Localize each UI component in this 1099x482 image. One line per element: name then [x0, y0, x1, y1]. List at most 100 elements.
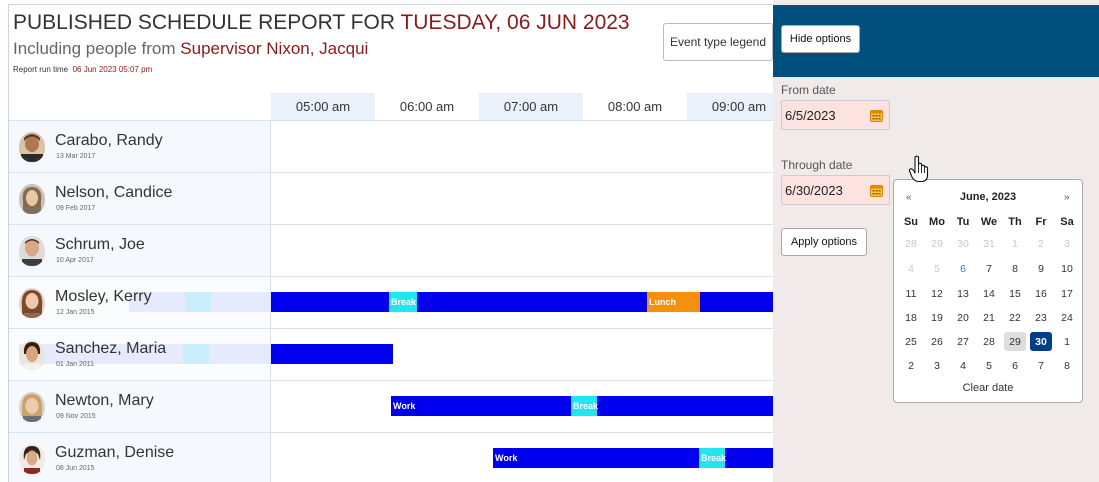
person-row: Guzman, Denise 08 Jun 2015 Work Break: [9, 432, 774, 482]
calendar-day[interactable]: 23: [1030, 308, 1052, 327]
calendar-day[interactable]: 19: [926, 308, 948, 327]
person-name[interactable]: Carabo, Randy: [55, 132, 163, 150]
calendar-day[interactable]: 1: [1004, 234, 1026, 253]
calendar-day[interactable]: 2: [900, 356, 922, 375]
prev-month-button[interactable]: «: [906, 192, 912, 203]
calendar-day[interactable]: 8: [1056, 356, 1078, 375]
from-date-label: From date: [781, 83, 836, 97]
calendar-day[interactable]: 16: [1030, 284, 1052, 303]
weekday-label: We: [980, 216, 998, 228]
person-cell: Mosley, Kerry 12 Jan 2015: [9, 277, 271, 329]
options-panel: Hide options From date 6/5/2023 Through …: [773, 0, 1099, 482]
calendar-day[interactable]: 1: [1056, 332, 1078, 351]
calendar-day[interactable]: 24: [1056, 308, 1078, 327]
calendar-day[interactable]: 12: [926, 284, 948, 303]
weekday-label: Th: [1008, 216, 1022, 228]
calendar-day[interactable]: 29: [1004, 332, 1026, 351]
next-month-button[interactable]: »: [1064, 192, 1070, 203]
date-picker: June, 2023 « » Su Mo Tu We Th Fr Sa 28 29…: [893, 179, 1083, 403]
calendar-day[interactable]: 29: [926, 234, 948, 253]
person-name[interactable]: Guzman, Denise: [55, 444, 174, 462]
through-date-input[interactable]: 6/30/2023: [781, 175, 890, 205]
calendar-day[interactable]: 30: [952, 234, 974, 253]
weekday-label: Sa: [1060, 216, 1074, 228]
calendar-day[interactable]: 7: [978, 259, 1000, 278]
calendar-day[interactable]: 30: [1030, 332, 1052, 351]
calendar-icon[interactable]: [870, 109, 883, 122]
calendar-day[interactable]: 25: [900, 332, 922, 351]
avatar: [19, 184, 45, 214]
hide-options-button[interactable]: Hide options: [781, 25, 860, 53]
calendar-day[interactable]: 28: [978, 332, 1000, 351]
clear-date-button[interactable]: Clear date: [894, 382, 1082, 394]
person-name[interactable]: Mosley, Kerry: [55, 288, 152, 306]
options-header-bar: Hide options: [773, 5, 1099, 77]
break-event[interactable]: Break: [571, 396, 598, 416]
avatar: [19, 340, 45, 370]
calendar-day[interactable]: 22: [1004, 308, 1026, 327]
calendar-day[interactable]: 18: [900, 308, 922, 327]
person-date: 13 Mar 2017: [56, 153, 96, 160]
calendar-day[interactable]: 8: [1004, 259, 1026, 278]
calendar-day[interactable]: 17: [1056, 284, 1078, 303]
title-date: TUESDAY, 06 JUN 2023: [400, 11, 630, 34]
runtime-value: 06 Jun 2023 05:07 pm: [72, 65, 153, 74]
calendar-day[interactable]: 5: [926, 259, 948, 278]
person-date: 01 Jan 2011: [56, 361, 95, 368]
hour-label: 05:00 am: [271, 93, 375, 120]
calendar-day[interactable]: 13: [952, 284, 974, 303]
calendar-day[interactable]: 5: [978, 356, 1000, 375]
break-event[interactable]: Break: [699, 448, 726, 468]
calendar-day[interactable]: 28: [900, 234, 922, 253]
weekday-label: Su: [903, 216, 919, 228]
calendar-day[interactable]: 7: [1030, 356, 1052, 375]
break-event[interactable]: Break: [389, 292, 417, 312]
calendar-day[interactable]: 4: [900, 259, 922, 278]
event-type-legend-button[interactable]: Event type legend: [663, 23, 773, 61]
person-name[interactable]: Newton, Mary: [55, 392, 154, 410]
person-row: Carabo, Randy 13 Mar 2017: [9, 120, 774, 173]
weekday-label: Mo: [929, 216, 945, 228]
weekday-label: Fr: [1035, 216, 1047, 228]
avatar: [19, 288, 45, 318]
calendar-day[interactable]: 26: [926, 332, 948, 351]
person-name[interactable]: Schrum, Joe: [55, 236, 145, 254]
schedule-report: PUBLISHED SCHEDULE REPORT FOR TUESDAY, 0…: [8, 4, 774, 482]
through-date-value: 6/30/2023: [785, 182, 843, 198]
person-name[interactable]: Nelson, Candice: [55, 184, 172, 202]
person-row: Nelson, Candice 09 Feb 2017: [9, 172, 774, 225]
calendar-icon[interactable]: [870, 184, 883, 197]
calendar-day[interactable]: 9: [1030, 259, 1052, 278]
calendar-day[interactable]: 6: [1004, 356, 1026, 375]
apply-options-button[interactable]: Apply options: [781, 228, 867, 256]
work-event-bar[interactable]: [271, 344, 393, 364]
report-title: PUBLISHED SCHEDULE REPORT FOR TUESDAY, 0…: [13, 11, 630, 35]
avatar: [19, 132, 45, 162]
report-subtitle: Including people from Supervisor Nixon, …: [13, 39, 368, 59]
calendar-day[interactable]: 20: [952, 308, 974, 327]
calendar-day[interactable]: 2: [1030, 234, 1052, 253]
calendar-day[interactable]: 6: [952, 259, 974, 278]
calendar-day[interactable]: 21: [978, 308, 1000, 327]
lunch-event[interactable]: Lunch: [647, 292, 700, 312]
timeline-header: 05:00 am 06:00 am 07:00 am 08:00 am 09:0…: [271, 93, 774, 120]
person-cell: Newton, Mary 09 Nov 2015: [9, 381, 271, 433]
calendar-day[interactable]: 4: [952, 356, 974, 375]
avatar: [19, 236, 45, 266]
subtitle-group: Supervisor Nixon, Jacqui: [180, 39, 369, 58]
person-cell: Sanchez, Maria 01 Jan 2011: [9, 329, 271, 381]
avatar: [19, 392, 45, 422]
report-runtime: Report run time 06 Jun 2023 05:07 pm: [13, 65, 152, 74]
calendar-month[interactable]: June, 2023: [894, 191, 1082, 203]
work-event-bar[interactable]: Work: [493, 448, 774, 468]
from-date-input[interactable]: 6/5/2023: [781, 100, 890, 130]
calendar-day[interactable]: 27: [952, 332, 974, 351]
calendar-day[interactable]: 15: [1004, 284, 1026, 303]
person-name[interactable]: Sanchez, Maria: [55, 340, 166, 358]
calendar-day[interactable]: 10: [1056, 259, 1078, 278]
calendar-day[interactable]: 31: [978, 234, 1000, 253]
calendar-day[interactable]: 14: [978, 284, 1000, 303]
calendar-day[interactable]: 11: [900, 284, 922, 303]
calendar-day[interactable]: 3: [926, 356, 948, 375]
calendar-day[interactable]: 3: [1056, 234, 1078, 253]
